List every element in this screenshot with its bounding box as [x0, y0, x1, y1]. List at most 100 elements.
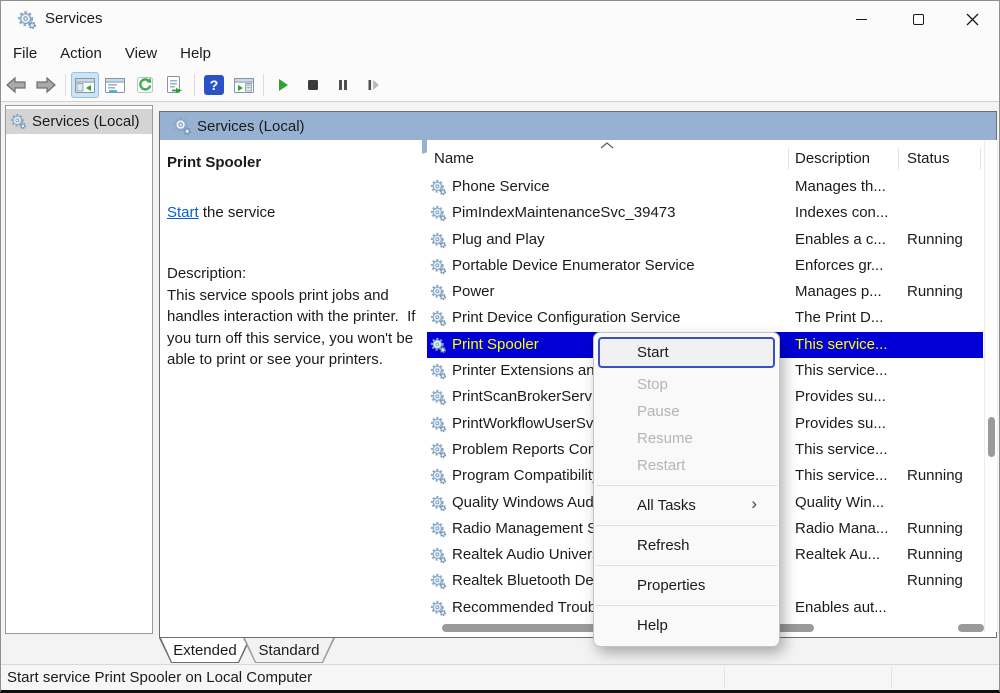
service-gear-icon — [430, 179, 447, 196]
service-gear-icon — [430, 389, 447, 406]
export-list-icon — [164, 75, 186, 95]
service-description-text: Description: This service spools print j… — [167, 263, 423, 371]
console-tree-pane: Services (Local) — [5, 105, 153, 634]
menu-bar: FileActionViewHelp — [1, 38, 999, 69]
stop-service-button[interactable] — [299, 72, 327, 98]
sort-ascending-icon — [599, 141, 615, 150]
view-tab[interactable]: Extended — [159, 638, 251, 663]
menu-bar-item[interactable]: Action — [49, 41, 113, 66]
close-button[interactable] — [949, 1, 995, 37]
column-separator[interactable] — [898, 148, 899, 170]
menu-bar-item[interactable]: Help — [169, 41, 222, 66]
view-tabs: Extended Standard — [159, 638, 327, 664]
maximize-icon — [913, 14, 924, 25]
context-menu-item[interactable]: Properties › — [594, 572, 779, 599]
service-gear-icon — [430, 521, 447, 538]
list-header: Name Description Status — [427, 140, 983, 174]
back-arrow-icon — [5, 75, 27, 95]
taskpad-header: Services (Local) — [160, 112, 996, 140]
table-row[interactable]: Plug and Play Enables a c... Running — [427, 227, 983, 253]
menu-item-label: Help — [637, 617, 668, 634]
help-button[interactable]: ? — [200, 72, 228, 98]
context-menu-item[interactable]: Refresh › — [594, 532, 779, 559]
view-tab[interactable]: Standard — [243, 638, 335, 663]
context-menu-item[interactable]: Stop › — [594, 371, 779, 398]
refresh-icon — [134, 75, 156, 95]
forward-button[interactable] — [32, 72, 60, 98]
service-name-cell: Phone Service — [452, 178, 782, 195]
restart-service-button[interactable] — [359, 72, 387, 98]
service-status-cell: Running — [907, 283, 977, 300]
column-separator[interactable] — [980, 148, 981, 170]
service-name-cell: Print Device Configuration Service — [452, 309, 782, 326]
show-console-tree-button[interactable] — [71, 72, 99, 98]
service-description-cell: Provides su... — [795, 415, 900, 432]
status-text: Start service Print Spooler on Local Com… — [7, 669, 312, 686]
maximize-button[interactable] — [895, 1, 941, 37]
back-button[interactable] — [2, 72, 30, 98]
show-action-pane-button[interactable] — [230, 72, 258, 98]
tab-face: Extended — [159, 638, 251, 662]
service-gear-icon — [430, 337, 447, 354]
context-menu-item[interactable]: Restart › — [594, 452, 779, 479]
column-header-status[interactable]: Status — [907, 150, 950, 167]
service-gear-icon — [430, 573, 447, 590]
service-description-cell: Manages p... — [795, 283, 900, 300]
service-status-cell: Running — [907, 467, 977, 484]
refresh-button[interactable] — [131, 72, 159, 98]
selected-service-title: Print Spooler — [167, 154, 414, 171]
menu-item-label: Stop — [637, 376, 668, 393]
forward-arrow-icon — [35, 75, 57, 95]
table-row[interactable]: Print Device Configuration Service The P… — [427, 305, 983, 331]
menu-item-label: All Tasks — [637, 497, 696, 514]
column-separator[interactable] — [788, 148, 789, 170]
help-icon: ? — [204, 75, 224, 95]
title-bar: Services — [1, 1, 999, 38]
vertical-scrollbar[interactable] — [984, 140, 997, 632]
service-description-cell: Realtek Au... — [795, 546, 900, 563]
service-description-cell: Provides su... — [795, 388, 900, 405]
minimize-button[interactable] — [838, 1, 884, 37]
action-pane-icon — [233, 75, 255, 95]
column-header-name[interactable]: Name — [434, 150, 474, 167]
start-service-link[interactable]: Start — [167, 204, 199, 221]
context-menu-item[interactable]: Help › — [594, 612, 779, 639]
services-taskpad-panel: Services (Local) Print Spooler Start the… — [159, 111, 997, 638]
menu-item-label: Properties — [637, 577, 705, 594]
table-row[interactable]: Portable Device Enumerator Service Enfor… — [427, 253, 983, 279]
table-row[interactable]: Power Manages p... Running — [427, 279, 983, 305]
service-description-cell: This service... — [795, 467, 900, 484]
menu-item-label: Restart — [637, 457, 685, 474]
menu-item-label: Start — [637, 344, 669, 361]
service-description-cell: This service... — [795, 362, 900, 379]
table-row[interactable]: PimIndexMaintenanceSvc_39473 Indexes con… — [427, 200, 983, 226]
service-description-cell: Quality Win... — [795, 494, 900, 511]
service-status-cell: Running — [907, 572, 977, 589]
service-action-line: Start the service — [167, 204, 414, 221]
tree-item-label: Services (Local) — [32, 113, 140, 130]
service-description-cell: Enforces gr... — [795, 257, 900, 274]
service-action-rest: the service — [199, 204, 276, 221]
service-gear-icon — [430, 284, 447, 301]
properties-button[interactable] — [101, 72, 129, 98]
table-row[interactable]: Phone Service Manages th... — [427, 174, 983, 200]
menu-bar-item[interactable]: View — [114, 41, 168, 66]
service-description-cell: Radio Mana... — [795, 520, 900, 537]
service-description-cell: The Print D... — [795, 309, 900, 326]
service-gear-icon — [430, 468, 447, 485]
service-gear-icon — [430, 600, 447, 617]
service-gear-icon — [430, 495, 447, 512]
context-menu-item[interactable]: All Tasks › — [594, 492, 779, 519]
context-menu-item[interactable]: Start › — [598, 337, 775, 368]
tree-item-services-local[interactable]: Services (Local) — [6, 109, 152, 134]
context-menu-item[interactable]: Pause › — [594, 398, 779, 425]
column-header-description[interactable]: Description — [795, 150, 870, 167]
start-service-button[interactable] — [269, 72, 297, 98]
pause-service-button[interactable] — [329, 72, 357, 98]
context-menu-item[interactable]: Resume › — [594, 425, 779, 452]
menu-bar-item[interactable]: File — [2, 41, 48, 66]
service-description-cell: Manages th... — [795, 178, 900, 195]
horizontal-scrollbar-end[interactable] — [958, 624, 984, 632]
export-list-button[interactable] — [161, 72, 189, 98]
vertical-scrollbar-thumb[interactable] — [988, 417, 995, 457]
